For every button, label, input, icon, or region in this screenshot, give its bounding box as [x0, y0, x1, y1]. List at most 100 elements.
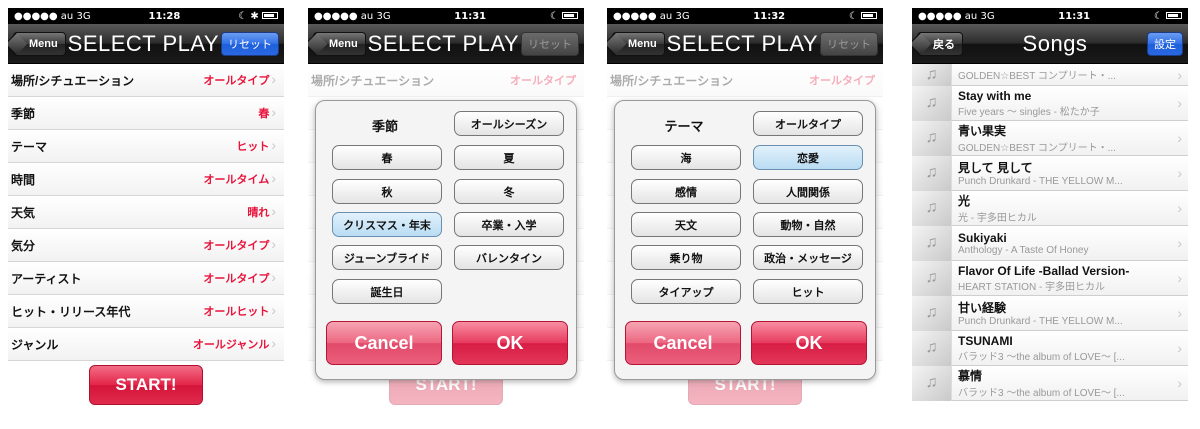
chevron-right-icon: › [271, 335, 276, 351]
option-all-seasons[interactable]: オールシーズン [454, 111, 564, 136]
list-item[interactable]: ♫ 慕情 バラッド3 〜the album of LOVE〜 [... › [912, 365, 1188, 401]
screen-songs: ●●●●● au 3G 11:31 ☾ 戻る Songs 設定 ♫ GOLDEN… [912, 8, 1188, 421]
status-icons: ☾ [848, 10, 858, 22]
chevron-right-icon: › [1177, 235, 1182, 251]
option-june-bride[interactable]: ジューンブライド [332, 245, 442, 270]
chevron-right-icon: › [1177, 66, 1182, 83]
song-title: 見して 見して [958, 161, 1033, 175]
song-subtitle: バラッド3 〜the album of LOVE〜 [... [958, 388, 1125, 399]
option-sea[interactable]: 海 [631, 145, 741, 170]
row-location[interactable]: 場所/シチュエーション オールタイプ › [8, 64, 284, 97]
list-item[interactable]: ♫ 光光 - 宇多田ヒカル › [912, 190, 1188, 226]
row-theme[interactable]: テーマ ヒット › [8, 130, 284, 163]
back-button[interactable]: 戻る [917, 31, 963, 56]
music-note-icon: ♫ [912, 85, 952, 121]
list-item[interactable]: ♫ TSUNAMI バラッド3 〜the album of LOVE〜 [... › [912, 330, 1188, 366]
status-icons: ☾ [549, 10, 559, 22]
row-label: 場所/シチュエーション [311, 73, 435, 88]
chevron-right-icon: › [271, 137, 276, 153]
row-value: オールヒット [203, 306, 270, 318]
row-value: 晴れ [247, 207, 270, 219]
list-item[interactable]: ♫ 甘い経験 Punch Drunkard - THE YELLOW M... › [912, 295, 1188, 331]
status-icons: ☾ ✱ [238, 10, 259, 22]
row-genre[interactable]: ジャンル オールジャンル › [8, 328, 284, 361]
row-label: 場所/シチュエーション [610, 73, 734, 88]
settings-button[interactable]: 設定 [1146, 31, 1183, 56]
navigation-bar: Menu SELECT PLAY リセット [8, 24, 284, 64]
option-hit[interactable]: ヒット [753, 279, 863, 304]
ok-button[interactable]: OK [452, 321, 568, 365]
list-item[interactable]: ♫ Stay with me Five years 〜 singles - 松たか子… [912, 85, 1188, 121]
list-item[interactable]: ♫ 青い果実 GOLDEN☆BEST コンプリート・... › [912, 120, 1188, 156]
menu-button[interactable]: Menu [612, 31, 665, 56]
song-subtitle: バラッド3 〜the album of LOVE〜 [... [958, 351, 1125, 363]
cancel-button[interactable]: Cancel [625, 321, 741, 365]
carrier-text: ●●●●● au 3G [14, 10, 91, 22]
option-love[interactable]: 恋愛 [753, 145, 863, 170]
song-title: 甘い経験 [958, 301, 1007, 315]
option-astronomy[interactable]: 天文 [631, 212, 741, 237]
option-winter[interactable]: 冬 [454, 179, 564, 204]
music-note-icon: ♫ [912, 63, 952, 86]
ok-button[interactable]: OK [751, 321, 867, 365]
row-time[interactable]: 時間 オールタイム › [8, 163, 284, 196]
list-item[interactable]: ♫ Flavor Of Life -Ballad Version- HEART ST… [912, 260, 1188, 296]
option-autumn[interactable]: 秋 [332, 179, 442, 204]
row-label: ヒット・リリース年代 [11, 304, 131, 319]
song-title: TSUNAMI [958, 333, 1013, 348]
carrier-text: ●●●●● au 3G [314, 10, 391, 22]
chevron-right-icon: › [1177, 200, 1182, 216]
option-vehicles[interactable]: 乗り物 [631, 245, 741, 270]
option-animals-nature[interactable]: 動物・自然 [753, 212, 863, 237]
row-value: オールタイプ [510, 75, 576, 87]
list-item[interactable]: ♫ GOLDEN☆BEST コンプリート・... › [912, 63, 1188, 86]
row-weather[interactable]: 天気 晴れ › [8, 196, 284, 229]
reset-button[interactable]: リセット [521, 31, 579, 56]
chevron-right-icon: › [1177, 95, 1182, 111]
option-christmas[interactable]: クリスマス・年末 [332, 212, 442, 237]
chevron-right-icon: › [1177, 305, 1182, 321]
option-graduation[interactable]: 卒業・入学 [454, 212, 564, 237]
page-title: SELECT PLAY [666, 30, 819, 56]
battery-icon [861, 12, 877, 19]
row-value: オールジャンル [192, 339, 270, 351]
row-artist[interactable]: アーティスト オールタイプ › [8, 262, 284, 295]
option-summer[interactable]: 夏 [454, 145, 564, 170]
list-item[interactable]: ♫ 見して 見して Punch Drunkard - THE YELLOW M...… [912, 155, 1188, 191]
row-mood[interactable]: 気分 オールタイプ › [8, 229, 284, 262]
option-tie-up[interactable]: タイアップ [631, 279, 741, 304]
row-value: オールタイプ [809, 75, 875, 87]
song-subtitle: HEART STATION - 宇多田ヒカル [958, 281, 1106, 293]
song-subtitle: Five years 〜 singles - 松たか子 [958, 106, 1100, 118]
reset-button[interactable]: リセット [221, 31, 279, 56]
option-spring[interactable]: 春 [332, 145, 442, 170]
row-value: オールタイプ [203, 240, 270, 252]
song-subtitle: Punch Drunkard - THE YELLOW M... [958, 316, 1123, 327]
reset-button[interactable]: リセット [820, 31, 878, 56]
song-subtitle: Anthology - A Taste Of Honey [958, 244, 1089, 256]
clock: 11:31 [1058, 10, 1091, 22]
menu-button[interactable]: Menu [13, 31, 66, 56]
song-list: ♫ GOLDEN☆BEST コンプリート・... › ♫ Stay with me… [912, 63, 1188, 401]
status-bar: ●●●●● au 3G 11:31 ☾ [308, 8, 584, 24]
row-season[interactable]: 季節 春 › [8, 97, 284, 130]
season-dialog: 季節 オールシーズン 春 夏 秋 冬 クリスマス・年末 卒業・入学 ジューンブラ… [315, 100, 577, 380]
battery-icon [562, 12, 578, 19]
status-icons: ☾ [1153, 10, 1163, 22]
option-politics-message[interactable]: 政治・メッセージ [753, 245, 863, 270]
option-all-types[interactable]: オールタイプ [753, 111, 863, 136]
option-valentine[interactable]: バレンタイン [454, 245, 564, 270]
row-label: 季節 [11, 106, 36, 121]
list-item[interactable]: ♫ Sukiyaki Anthology - A Taste Of Honey › [912, 225, 1188, 261]
option-emotion[interactable]: 感情 [631, 179, 741, 204]
row-label: テーマ [11, 139, 48, 154]
page-title: Songs [1022, 30, 1088, 56]
start-button[interactable]: START! [89, 365, 203, 405]
row-value: オールタイム [203, 174, 270, 186]
option-birthday[interactable]: 誕生日 [332, 279, 442, 304]
row-release-era[interactable]: ヒット・リリース年代 オールヒット › [8, 295, 284, 328]
option-relationships[interactable]: 人間関係 [753, 179, 863, 204]
cancel-button[interactable]: Cancel [326, 321, 442, 365]
menu-button[interactable]: Menu [313, 31, 366, 56]
row-label: 時間 [11, 172, 36, 187]
